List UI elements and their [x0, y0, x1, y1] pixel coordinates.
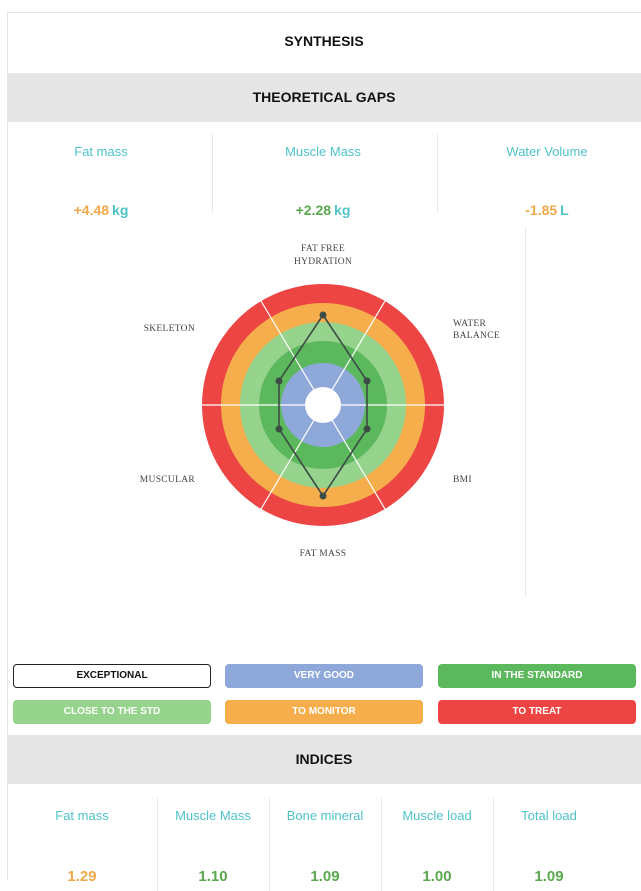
index-muscle-load: Muscle load 1.00	[381, 784, 493, 891]
index-total-load: Total load 1.09	[493, 784, 605, 891]
axis-label-water-1: WATER	[453, 319, 487, 329]
legend-very-good: VERY GOOD	[225, 664, 423, 688]
legend-exceptional: EXCEPTIONAL	[13, 664, 211, 688]
index-value: 1.09	[310, 868, 340, 885]
axis-label-water-2: BALANCE	[453, 331, 500, 341]
radar-point	[363, 425, 371, 433]
index-label: Bone mineral	[286, 808, 364, 823]
index-label: Muscle Mass	[175, 808, 251, 823]
index-value: 1.10	[198, 868, 228, 885]
index-value: 1.09	[534, 868, 564, 885]
radar-point	[275, 425, 283, 433]
indices-header: INDICES	[7, 735, 641, 784]
index-label: Fat mass	[55, 808, 109, 823]
axis-label-top-2: HYDRATION	[294, 257, 352, 267]
index-muscle-mass: Muscle Mass 1.10	[157, 784, 269, 891]
index-bone-mineral: Bone mineral 1.09	[269, 784, 381, 891]
legend-in-standard: IN THE STANDARD	[438, 664, 636, 688]
radar-point	[363, 377, 371, 385]
axis-label-top-1: FAT FREE	[301, 244, 345, 254]
legend-close-to-std: CLOSE TO THE STD	[13, 700, 211, 724]
index-label: Muscle load	[402, 808, 472, 823]
legend-to-treat: TO TREAT	[438, 700, 636, 724]
axis-label-fat-mass: FAT MASS	[300, 549, 347, 559]
index-label: Total load	[521, 808, 577, 823]
synthesis-content: SYNTHESIS THEORETICAL GAPS Fat mass +4.4…	[7, 12, 641, 891]
radar-chart: FAT FREE HYDRATION WATER BALANCE BMI FAT…	[140, 244, 500, 559]
legend-to-monitor: TO MONITOR	[225, 700, 423, 724]
index-fat-mass: Fat mass 1.29	[7, 784, 157, 891]
axis-label-bmi: BMI	[453, 475, 472, 485]
radar-point	[319, 311, 327, 319]
axis-label-muscular: MUSCULAR	[140, 475, 196, 485]
radar-point	[275, 377, 283, 385]
index-value: 1.29	[67, 868, 97, 885]
axis-label-skeleton: SKELETON	[144, 324, 195, 334]
index-value: 1.00	[422, 868, 452, 885]
radar-point	[319, 492, 327, 500]
